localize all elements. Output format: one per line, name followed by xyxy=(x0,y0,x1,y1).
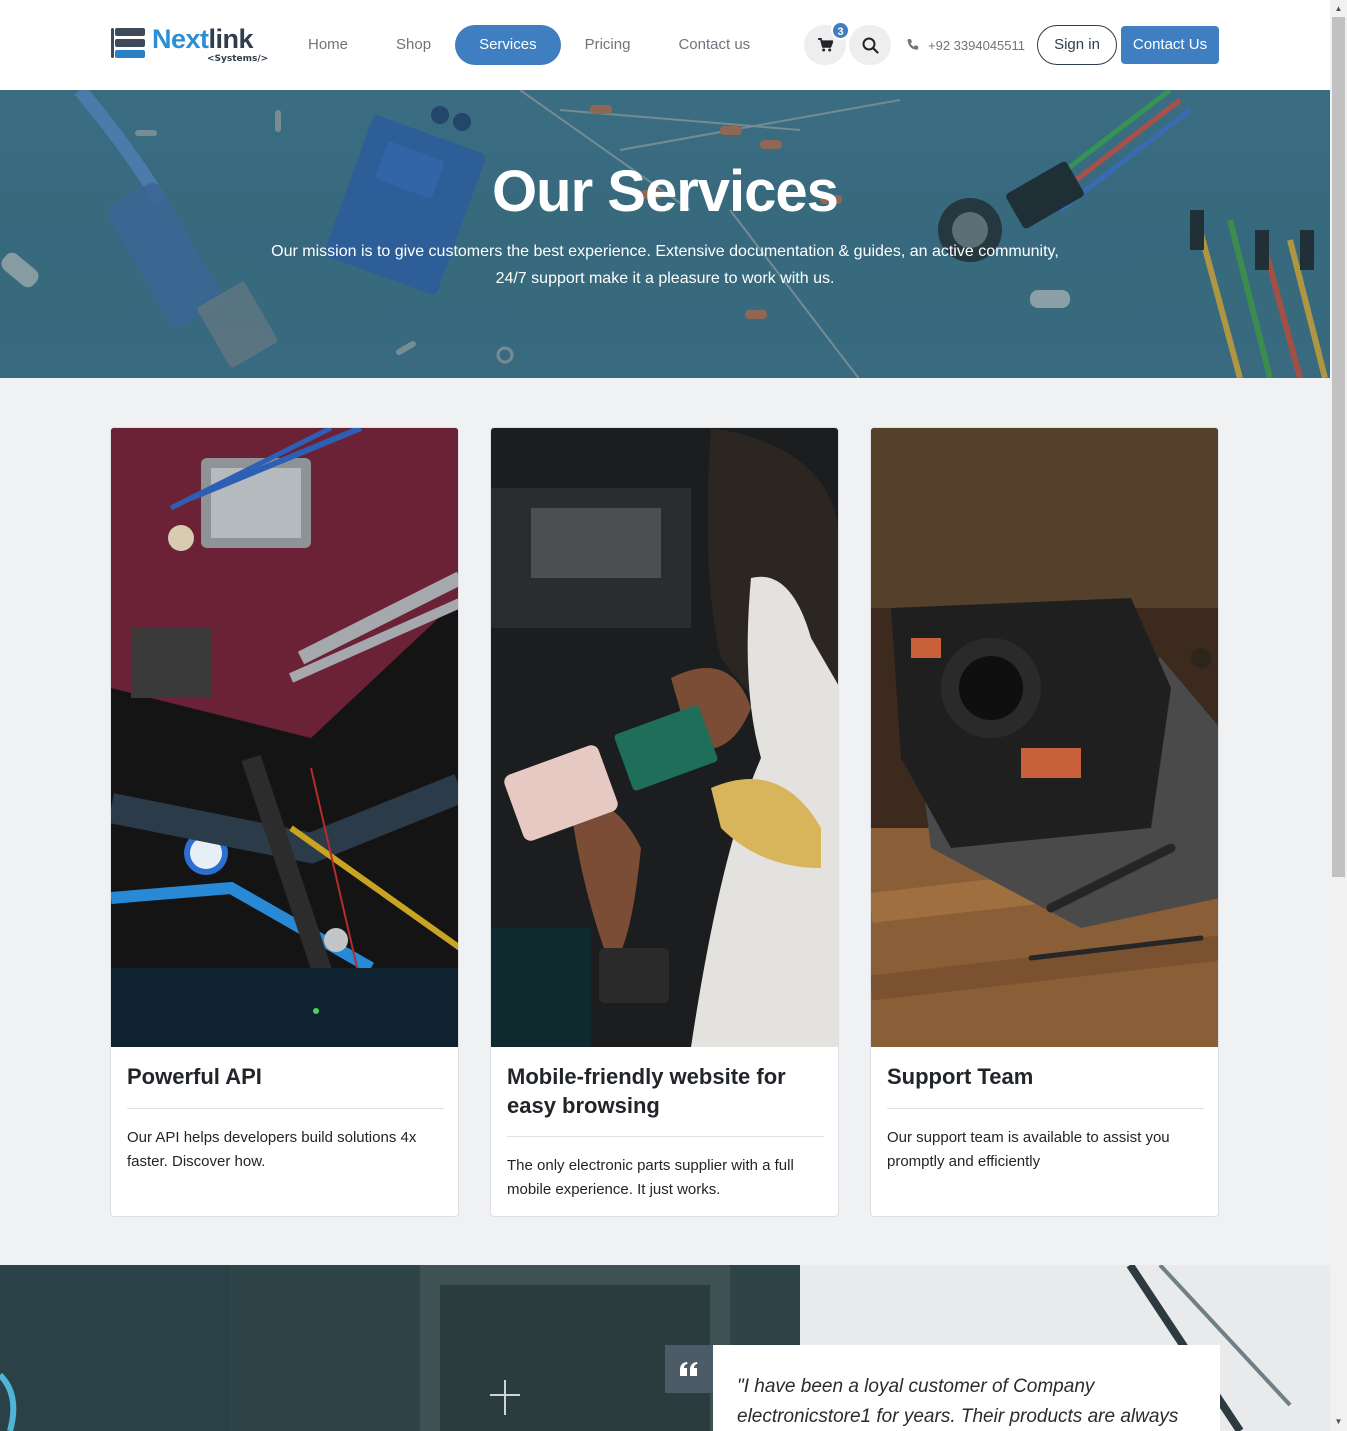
nav-pricing[interactable]: Pricing xyxy=(561,25,655,65)
hero-subtitle: Our mission is to give customers the bes… xyxy=(271,243,1059,287)
card-divider xyxy=(127,1108,444,1109)
main-nav: Home Shop Services Pricing Contact us xyxy=(284,25,774,65)
electronics-background-image xyxy=(0,90,1330,378)
card-divider xyxy=(887,1108,1204,1109)
scroll-thumb[interactable] xyxy=(1332,17,1345,877)
testimonial-quote: "I have been a loyal customer of Company… xyxy=(737,1376,1179,1427)
motherboard-image xyxy=(111,428,458,1047)
cart-count-badge: 3 xyxy=(831,21,850,40)
site-header: Nextlink <Systems/> Home Shop Services P… xyxy=(0,0,1330,90)
search-button[interactable] xyxy=(849,25,891,65)
phone-repair-image xyxy=(491,428,838,1047)
search-icon xyxy=(862,37,879,54)
card-title: Support Team xyxy=(887,1064,1034,1089)
testimonial-card: "I have been a loyal customer of Company… xyxy=(713,1345,1220,1431)
scroll-down-arrow-icon[interactable]: ▼ xyxy=(1334,1417,1343,1426)
nav-home[interactable]: Home xyxy=(284,25,372,65)
service-card-mobile: Mobile-friendly website for easy browsin… xyxy=(490,427,839,1217)
phone-icon xyxy=(907,39,919,50)
logo-text: Nextlink xyxy=(152,24,254,54)
quote-icon xyxy=(665,1345,713,1393)
sign-in-button[interactable]: Sign in xyxy=(1037,25,1117,65)
scroll-up-arrow-icon[interactable]: ▲ xyxy=(1334,4,1343,13)
service-card-support: Support Team Our support team is availab… xyxy=(870,427,1219,1217)
card-text: Our API helps developers build solutions… xyxy=(127,1129,417,1170)
card-text: The only electronic parts supplier with … xyxy=(507,1157,794,1198)
page-title: Our Services xyxy=(492,159,839,224)
server-stack-icon xyxy=(111,28,149,58)
phone-contact[interactable]: +92 3394045511 xyxy=(906,25,1025,65)
card-title: Mobile-friendly website for easy browsin… xyxy=(507,1064,786,1118)
nav-contact-us[interactable]: Contact us xyxy=(654,25,774,65)
card-text: Our support team is available to assist … xyxy=(887,1129,1170,1170)
hero-banner: Our Services Our mission is to give cust… xyxy=(0,90,1330,378)
card-divider xyxy=(507,1136,824,1137)
contact-us-button[interactable]: Contact Us xyxy=(1121,26,1219,64)
service-card-api: Powerful API Our API helps developers bu… xyxy=(110,427,459,1217)
camera-repair-image xyxy=(871,428,1218,1047)
logo[interactable]: Nextlink <Systems/> xyxy=(111,24,271,68)
logo-subtitle: <Systems/> xyxy=(207,54,269,64)
page-scrollbar[interactable]: ▲ ▼ xyxy=(1330,0,1347,1431)
nav-shop[interactable]: Shop xyxy=(372,25,455,65)
phone-number: +92 3394045511 xyxy=(928,37,1025,53)
card-title: Powerful API xyxy=(127,1064,262,1089)
nav-services[interactable]: Services xyxy=(455,25,561,65)
cart-icon xyxy=(817,38,833,52)
